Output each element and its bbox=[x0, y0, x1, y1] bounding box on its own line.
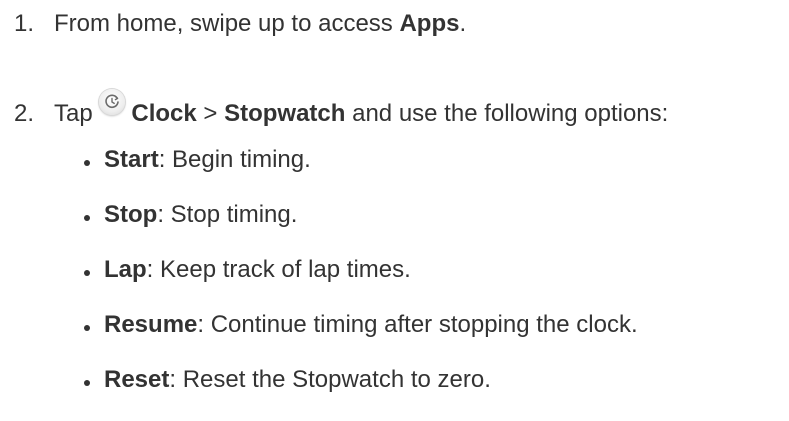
option-label: Lap bbox=[104, 256, 147, 283]
menu-separator: > bbox=[196, 100, 225, 127]
option-description: : Stop timing. bbox=[157, 201, 298, 228]
option-description: : Continue timing after stopping the clo… bbox=[197, 311, 638, 338]
option-label: Resume bbox=[104, 311, 198, 338]
step-suffix: and use the following options: bbox=[345, 100, 669, 127]
step-text: Tap bbox=[54, 100, 93, 127]
clock-term: Clock bbox=[131, 100, 197, 127]
step-number: 1. bbox=[14, 10, 35, 37]
stopwatch-options-list: Start: Begin timing. Stop: Stop timing. … bbox=[84, 146, 638, 421]
step-suffix: . bbox=[459, 10, 467, 37]
option-description: : Begin timing. bbox=[158, 146, 311, 173]
option-stop: Stop: Stop timing. bbox=[84, 201, 638, 256]
option-description: : Keep track of lap times. bbox=[146, 256, 411, 283]
clock-app-icon bbox=[99, 89, 126, 115]
option-label: Start bbox=[104, 146, 159, 173]
apps-term: Apps bbox=[399, 10, 460, 37]
option-start: Start: Begin timing. bbox=[84, 146, 638, 201]
option-description: : Reset the Stopwatch to zero. bbox=[169, 366, 491, 393]
option-resume: Resume: Continue timing after stopping t… bbox=[84, 311, 638, 366]
step-number: 2. bbox=[14, 100, 35, 127]
step-1: 1. From home, swipe up to access Apps. bbox=[14, 10, 466, 38]
step-2: 2. Tap Clock > Stopwatch and use the foll… bbox=[14, 89, 668, 128]
option-lap: Lap: Keep track of lap times. bbox=[84, 256, 638, 311]
stopwatch-term: Stopwatch bbox=[224, 100, 346, 127]
option-label: Stop bbox=[104, 201, 158, 228]
step-text: From home, swipe up to access bbox=[54, 10, 400, 37]
option-label: Reset bbox=[104, 366, 170, 393]
option-reset: Reset: Reset the Stopwatch to zero. bbox=[84, 366, 638, 421]
